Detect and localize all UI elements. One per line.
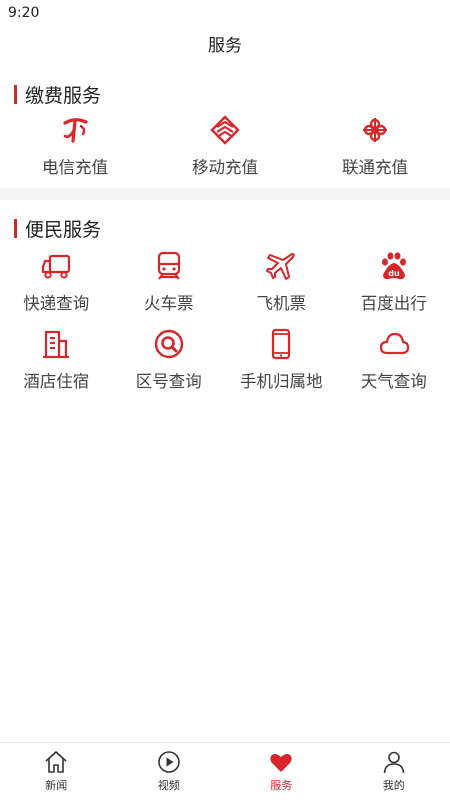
- heart-icon: [270, 754, 292, 772]
- cloud-icon: [376, 326, 412, 362]
- svg-text:du: du: [388, 269, 400, 278]
- phone-location-label: 手机归属地: [240, 372, 323, 391]
- train-ticket-label: 火车票: [144, 294, 194, 313]
- page-title: 服务: [208, 36, 242, 56]
- hotel-label: 酒店住宿: [23, 372, 90, 391]
- play-icon: [157, 751, 180, 773]
- flight-ticket-label: 飞机票: [256, 294, 307, 313]
- phone-icon: [263, 326, 299, 362]
- china-unicom-icon: [357, 112, 393, 148]
- weather-query-item[interactable]: 天气查询: [338, 326, 450, 398]
- mobile-recharge-item[interactable]: 移动充值: [150, 112, 300, 184]
- tab-service[interactable]: 服务: [225, 743, 338, 800]
- status-bar: 9:20: [0, 0, 450, 26]
- china-mobile-icon: [207, 112, 243, 148]
- pay-services-row: 电信充值 移动充值 联通充值: [0, 112, 450, 184]
- section-accent-bar: [14, 84, 17, 104]
- home-icon: [45, 751, 67, 773]
- train-ticket-item[interactable]: 火车票: [113, 248, 226, 320]
- pay-section-title: 缴费服务: [25, 84, 102, 107]
- convenience-row-1: 快递查询 火车票 飞机票 du 百度出行: [0, 248, 450, 320]
- convenience-section-title: 便民服务: [25, 218, 102, 241]
- area-code-label: 区号查询: [135, 372, 202, 391]
- express-query-label: 快递查询: [23, 294, 90, 313]
- convenience-row-2: 酒店住宿 区号查询 手机归属地 天气查询: [0, 326, 450, 398]
- telecom-recharge-item[interactable]: 电信充值: [0, 112, 150, 184]
- airplane-icon: [263, 248, 299, 284]
- tab-news-label: 新闻: [45, 779, 68, 792]
- area-code-item[interactable]: 区号查询: [113, 326, 226, 398]
- section-accent-bar: [14, 218, 17, 238]
- unicom-recharge-item[interactable]: 联通充值: [300, 112, 450, 184]
- tab-mine[interactable]: 我的: [338, 743, 450, 800]
- tab-news[interactable]: 新闻: [0, 743, 113, 800]
- baidu-travel-item[interactable]: du 百度出行: [338, 248, 450, 320]
- unicom-recharge-label: 联通充值: [342, 158, 408, 177]
- baidu-travel-label: 百度出行: [360, 294, 427, 313]
- mobile-recharge-label: 移动充值: [192, 158, 258, 177]
- train-icon: [151, 248, 187, 284]
- tab-video[interactable]: 视频: [113, 743, 226, 800]
- search-icon: [151, 326, 187, 362]
- express-query-item[interactable]: 快递查询: [0, 248, 113, 320]
- status-time: 9:20: [8, 5, 40, 21]
- phone-location-item[interactable]: 手机归属地: [225, 326, 338, 398]
- china-telecom-icon: [57, 112, 93, 148]
- hotel-icon: [38, 326, 74, 362]
- tab-service-label: 服务: [270, 779, 293, 792]
- bottom-tab-bar: 新闻 视频 服务 我的: [0, 742, 450, 800]
- telecom-recharge-label: 电信充值: [42, 158, 108, 177]
- tab-video-label: 视频: [157, 779, 180, 792]
- truck-icon: [38, 248, 74, 284]
- section-divider: [0, 188, 450, 200]
- hotel-item[interactable]: 酒店住宿: [0, 326, 113, 398]
- convenience-section-header: 便民服务: [0, 214, 450, 242]
- baidu-icon: du: [376, 248, 412, 284]
- flight-ticket-item[interactable]: 飞机票: [225, 248, 338, 320]
- weather-query-label: 天气查询: [360, 372, 427, 391]
- pay-section-header: 缴费服务: [0, 80, 450, 108]
- user-icon: [383, 751, 405, 774]
- tab-mine-label: 我的: [382, 779, 405, 792]
